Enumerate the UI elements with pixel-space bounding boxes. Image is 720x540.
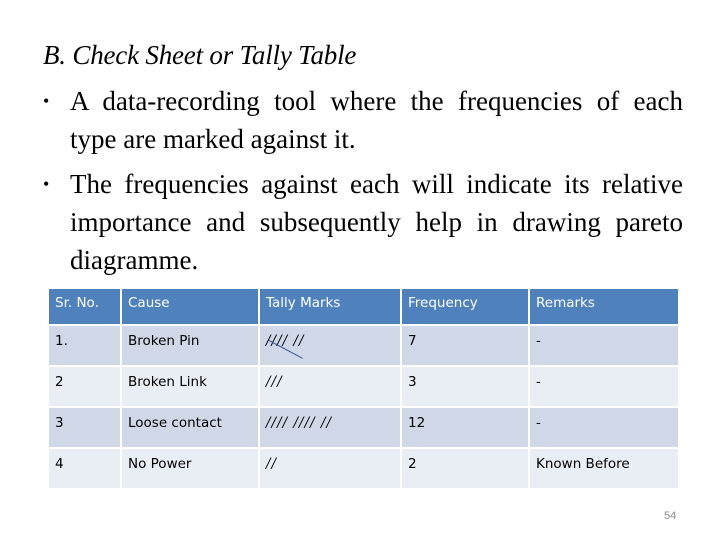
cell-remarks: -: [528, 406, 680, 449]
cell-frequency: 12: [400, 406, 530, 449]
header-remarks: Remarks: [528, 287, 680, 326]
table-row: 4 No Power // 2 Known Before: [47, 447, 680, 490]
header-tally-marks: Tally Marks: [258, 287, 402, 326]
cell-sr-no: 2: [47, 365, 122, 408]
cell-remarks: -: [528, 365, 680, 408]
cell-cause: No Power: [120, 447, 260, 490]
cell-cause: Loose contact: [120, 406, 260, 449]
table-row: 1. Broken Pin //// // 7 -: [47, 324, 680, 367]
header-cause: Cause: [120, 287, 260, 326]
bullet-list: • A data-recording tool where the freque…: [43, 82, 683, 286]
table-row: 3 Loose contact //// //// // 12 -: [47, 406, 680, 449]
page-number: 54: [664, 510, 677, 522]
header-frequency: Frequency: [400, 287, 530, 326]
bullet-text: A data-recording tool where the frequenc…: [70, 86, 683, 154]
bullet-dot-icon: •: [43, 174, 50, 194]
cell-cause: Broken Link: [120, 365, 260, 408]
cell-sr-no: 4: [47, 447, 122, 490]
header-sr-no: Sr. No.: [47, 287, 122, 326]
bullet-dot-icon: •: [43, 91, 50, 111]
cell-tally: ///: [258, 365, 402, 408]
cell-frequency: 3: [400, 365, 530, 408]
table-row: 2 Broken Link /// 3 -: [47, 365, 680, 408]
bullet-item: • The frequencies against each will indi…: [43, 165, 683, 279]
table-header-row: Sr. No. Cause Tally Marks Frequency Rema…: [47, 287, 680, 326]
cell-sr-no: 3: [47, 406, 122, 449]
cell-sr-no: 1.: [47, 324, 122, 367]
cell-tally: //// //// //: [258, 406, 402, 449]
cell-tally: //: [258, 447, 402, 490]
cell-frequency: 7: [400, 324, 530, 367]
cell-remarks: Known Before: [528, 447, 680, 490]
cell-remarks: -: [528, 324, 680, 367]
slide-title: B. Check Sheet or Tally Table: [43, 40, 357, 70]
tally-marks: ///: [266, 374, 283, 390]
tally-marks: //// //// //: [266, 415, 333, 431]
cell-cause: Broken Pin: [120, 324, 260, 367]
bullet-item: • A data-recording tool where the freque…: [43, 82, 683, 158]
tally-table: Sr. No. Cause Tally Marks Frequency Rema…: [47, 287, 680, 490]
cell-tally: //// //: [258, 324, 402, 367]
tally-marks: //: [266, 456, 278, 472]
bullet-text: The frequencies against each will indica…: [70, 169, 683, 275]
cell-frequency: 2: [400, 447, 530, 490]
